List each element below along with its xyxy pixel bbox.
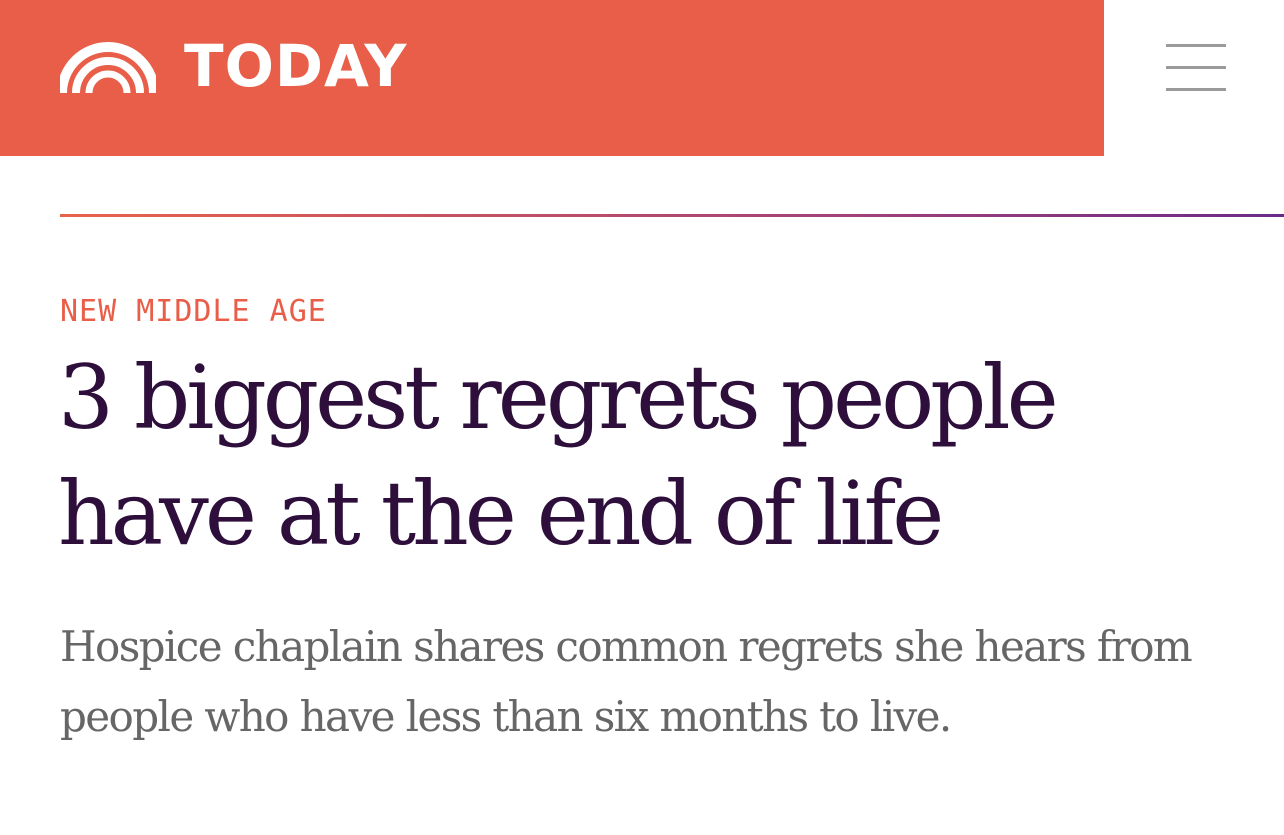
brand-name: TODAY [184,32,408,100]
article-dek: Hospice chaplain shares common regrets s… [60,622,1193,741]
menu-line [1166,88,1226,91]
rainbow-logo-icon [60,42,156,93]
menu-line [1166,44,1226,47]
site-header: TODAY [0,0,1104,156]
article-headline: 3 biggest regrets people have at the end… [58,346,1059,565]
menu-button[interactable] [1160,38,1232,98]
section-label-link[interactable]: NEW MIDDLE AGE [60,294,327,330]
page: TODAY NEW MIDDLE AGE 3 biggest regrets p… [0,0,1284,835]
menu-line [1166,66,1226,69]
today-logo[interactable]: TODAY [60,36,407,96]
gradient-divider [60,214,1284,217]
